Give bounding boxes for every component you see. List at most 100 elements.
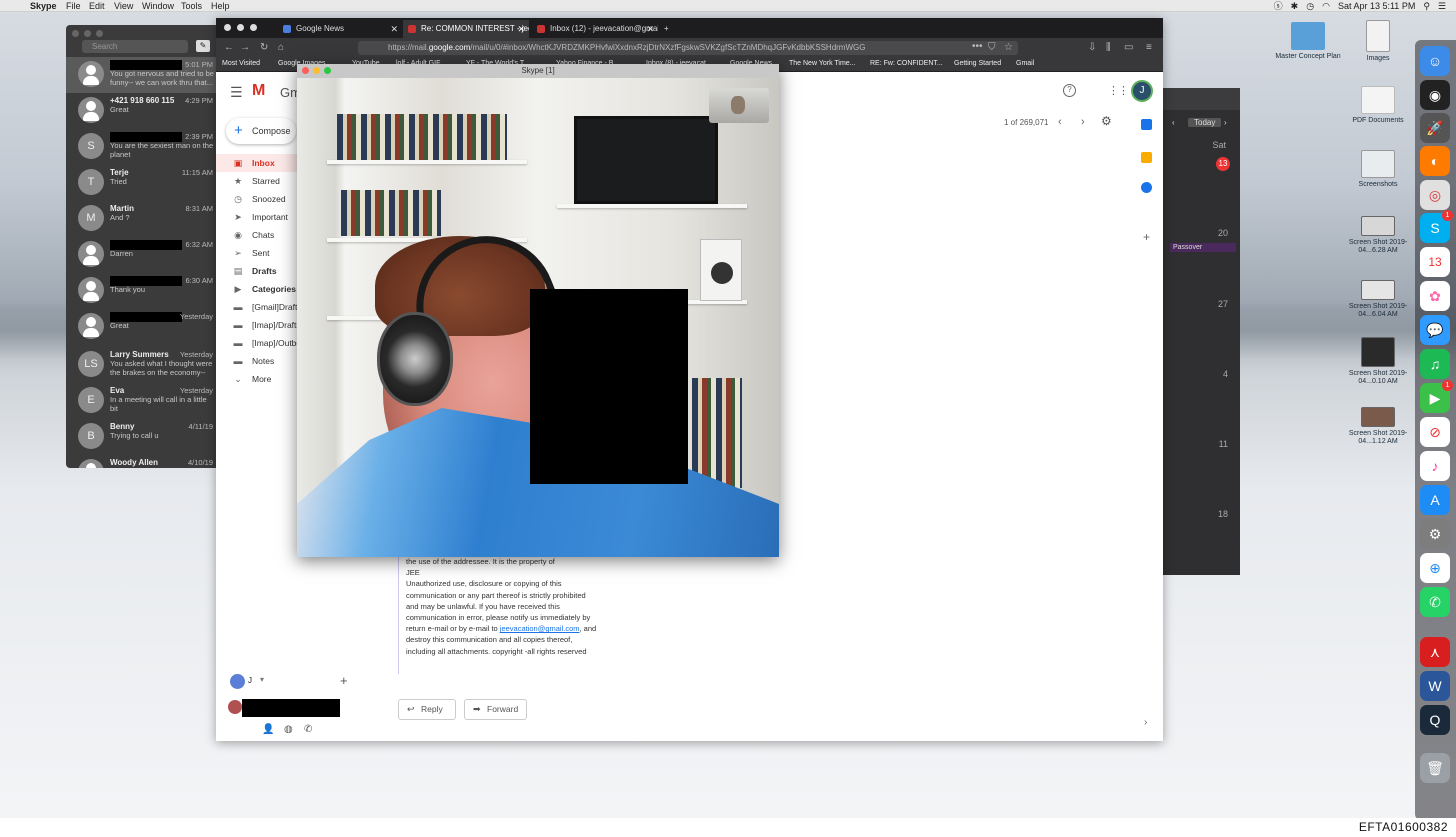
minimize-icon[interactable] bbox=[313, 67, 320, 74]
tasks-addon-icon[interactable] bbox=[1141, 182, 1152, 193]
desktop-file-screenshot-3[interactable]: Screen Shot 2019-04...0.10 AM bbox=[1343, 337, 1413, 386]
new-chat-icon[interactable]: ✎ bbox=[196, 40, 210, 52]
menu-tools[interactable]: Tools bbox=[181, 0, 202, 12]
url-bar[interactable]: https://mail.google.com/mail/u/0/#inbox/… bbox=[358, 41, 1018, 55]
bookmark-re-fw-confident[interactable]: RE: Fw: CONFIDENT... bbox=[870, 60, 943, 67]
close-tab-icon[interactable]: ✕ bbox=[517, 20, 525, 38]
whatsapp-icon[interactable]: ✆ bbox=[1420, 587, 1450, 617]
remote-video-feed[interactable] bbox=[297, 78, 779, 557]
tab-common-interest[interactable]: Re: COMMON INTEREST - jeev ✕ bbox=[403, 20, 529, 38]
desktop-file-screenshot-4[interactable]: Screen Shot 2019-04...1.12 AM bbox=[1343, 407, 1413, 446]
keep-addon-icon[interactable] bbox=[1141, 152, 1152, 163]
skype-conversation[interactable]: 5:01 PM You got nervous and tried to be f… bbox=[66, 57, 216, 93]
calendar-prev-button[interactable]: ‹ bbox=[1172, 118, 1175, 127]
calendar-next-button[interactable]: › bbox=[1224, 118, 1227, 127]
skype-conversation[interactable]: 6:32 AM Darren bbox=[66, 237, 216, 273]
bookmark-nyt[interactable]: The New York Time... bbox=[789, 60, 856, 67]
calendar-dock-icon[interactable]: 13 bbox=[1420, 247, 1450, 277]
menu-file[interactable]: File bbox=[66, 0, 81, 12]
word-icon[interactable]: W bbox=[1420, 671, 1450, 701]
back-icon[interactable]: ← bbox=[224, 42, 234, 53]
safari-icon[interactable]: ⊕ bbox=[1420, 553, 1450, 583]
tab-google-news[interactable]: Google News ✕ bbox=[278, 20, 402, 38]
minimize-icon[interactable] bbox=[84, 30, 91, 37]
library-icon[interactable]: ⫼ bbox=[1106, 42, 1111, 53]
close-icon[interactable] bbox=[224, 24, 231, 31]
older-icon[interactable]: ‹ bbox=[1058, 116, 1062, 128]
desktop-folder-images[interactable]: Images bbox=[1343, 20, 1413, 63]
close-tab-icon[interactable]: ✕ bbox=[646, 20, 654, 38]
finder-icon[interactable]: ☺ bbox=[1420, 46, 1450, 76]
calendar-event[interactable]: Passover bbox=[1170, 243, 1236, 252]
self-view-thumbnail[interactable] bbox=[709, 88, 769, 123]
home-icon[interactable]: ⌂ bbox=[278, 42, 284, 53]
bookmark-star-icon[interactable]: ☆ bbox=[1004, 42, 1013, 53]
menu-app-name[interactable]: Skype bbox=[30, 0, 57, 12]
siri-icon[interactable]: ◉ bbox=[1420, 80, 1450, 110]
launchpad-icon[interactable]: 🚀 bbox=[1420, 113, 1450, 143]
contacts-icon[interactable]: 👤 bbox=[262, 724, 274, 735]
zoom-icon[interactable] bbox=[250, 24, 257, 31]
bluetooth-icon[interactable]: ✱ bbox=[1291, 0, 1299, 12]
menu-window[interactable]: Window bbox=[142, 0, 174, 12]
skype-dock-icon[interactable]: S1 bbox=[1420, 210, 1453, 243]
desktop-folder-master-concept-plan[interactable]: Master Concept Plan bbox=[1273, 22, 1343, 61]
pocket-icon[interactable]: ⛉ bbox=[988, 42, 996, 53]
skype-search-input[interactable]: Search bbox=[82, 40, 188, 53]
help-icon[interactable]: ? bbox=[1063, 84, 1076, 97]
app-store-icon[interactable]: A bbox=[1420, 485, 1450, 515]
skype-conversation[interactable]: T Terje 11:15 AM Tried bbox=[66, 165, 216, 201]
calendar-day[interactable]: 18 bbox=[1218, 509, 1228, 519]
close-tab-icon[interactable]: ✕ bbox=[390, 20, 398, 38]
notification-center-icon[interactable]: ☰ bbox=[1438, 0, 1446, 12]
bookmark-gmail[interactable]: Gmail bbox=[1016, 60, 1034, 67]
gmail-logo-icon[interactable]: M bbox=[252, 82, 265, 100]
new-conversation-icon[interactable]: + bbox=[340, 673, 348, 688]
forward-icon[interactable]: → bbox=[240, 42, 250, 53]
account-avatar[interactable]: J bbox=[1131, 80, 1153, 102]
forward-button[interactable]: ➡ Forward bbox=[464, 699, 527, 720]
calendar-day[interactable]: 11 bbox=[1219, 439, 1228, 449]
downloads-icon[interactable]: ⇩ bbox=[1088, 42, 1096, 53]
reply-button[interactable]: ↩ Reply bbox=[398, 699, 456, 720]
chrome-icon[interactable]: ◎ bbox=[1420, 180, 1450, 210]
expand-side-panel-icon[interactable]: › bbox=[1144, 717, 1147, 728]
calendar-today-button[interactable]: Today bbox=[1188, 118, 1222, 127]
settings-gear-icon[interactable]: ⚙ bbox=[1101, 114, 1112, 128]
bookmark-most-visited[interactable]: Most Visited bbox=[222, 60, 260, 67]
calendar-day[interactable]: 4 bbox=[1223, 369, 1228, 379]
photos-icon[interactable]: ✿ bbox=[1420, 281, 1450, 311]
hangouts-avatar[interactable] bbox=[230, 674, 245, 689]
system-preferences-icon[interactable]: ⚙ bbox=[1420, 519, 1450, 549]
itunes-icon[interactable]: ♪ bbox=[1420, 451, 1450, 481]
calendar-day[interactable]: 27 bbox=[1218, 299, 1228, 309]
hangouts-chat-icon[interactable]: ◍ bbox=[284, 724, 293, 735]
calendar-today-marker[interactable]: 13 bbox=[1216, 157, 1230, 171]
caret-down-icon[interactable]: ▾ bbox=[260, 675, 264, 684]
calendar-day[interactable]: 20 bbox=[1218, 228, 1228, 238]
skype-conversation[interactable]: M Martin 8:31 AM And ? bbox=[66, 201, 216, 237]
zoom-icon[interactable] bbox=[96, 30, 103, 37]
quicktime-icon[interactable]: Q bbox=[1420, 705, 1450, 735]
desktop-file-screenshot-1[interactable]: Screen Shot 2019-04...6.28 AM bbox=[1343, 216, 1413, 255]
firefox-icon[interactable]: ◐ bbox=[1420, 146, 1450, 176]
menu-edit[interactable]: Edit bbox=[89, 0, 105, 12]
minimize-icon[interactable] bbox=[237, 24, 244, 31]
email-link[interactable]: jeevacation@gmail.com bbox=[500, 624, 580, 633]
bookmark-getting-started[interactable]: Getting Started bbox=[954, 60, 1001, 67]
time-machine-icon[interactable]: ◷ bbox=[1306, 0, 1314, 12]
newer-icon[interactable]: › bbox=[1081, 116, 1085, 128]
close-icon[interactable] bbox=[72, 30, 79, 37]
menubar-clock[interactable]: Sat Apr 13 5:11 PM bbox=[1338, 0, 1415, 12]
menu-icon[interactable]: ≡ bbox=[1146, 42, 1152, 53]
menu-view[interactable]: View bbox=[114, 0, 133, 12]
skype-conversation[interactable]: +421 918 660 115 4:29 PM Great bbox=[66, 93, 216, 129]
skype-status-icon[interactable]: ⓢ bbox=[1274, 0, 1283, 12]
acrobat-icon[interactable]: ⋏ bbox=[1420, 637, 1450, 667]
reload-icon[interactable]: ↻ bbox=[260, 42, 268, 53]
add-addon-icon[interactable]: + bbox=[1141, 231, 1152, 243]
compose-button[interactable]: + Compose bbox=[226, 118, 296, 144]
wifi-icon[interactable]: ◠ bbox=[1322, 0, 1330, 12]
desktop-file-screenshot-2[interactable]: Screen Shot 2019-04...6.04 AM bbox=[1343, 280, 1413, 319]
zoom-icon[interactable] bbox=[324, 67, 331, 74]
